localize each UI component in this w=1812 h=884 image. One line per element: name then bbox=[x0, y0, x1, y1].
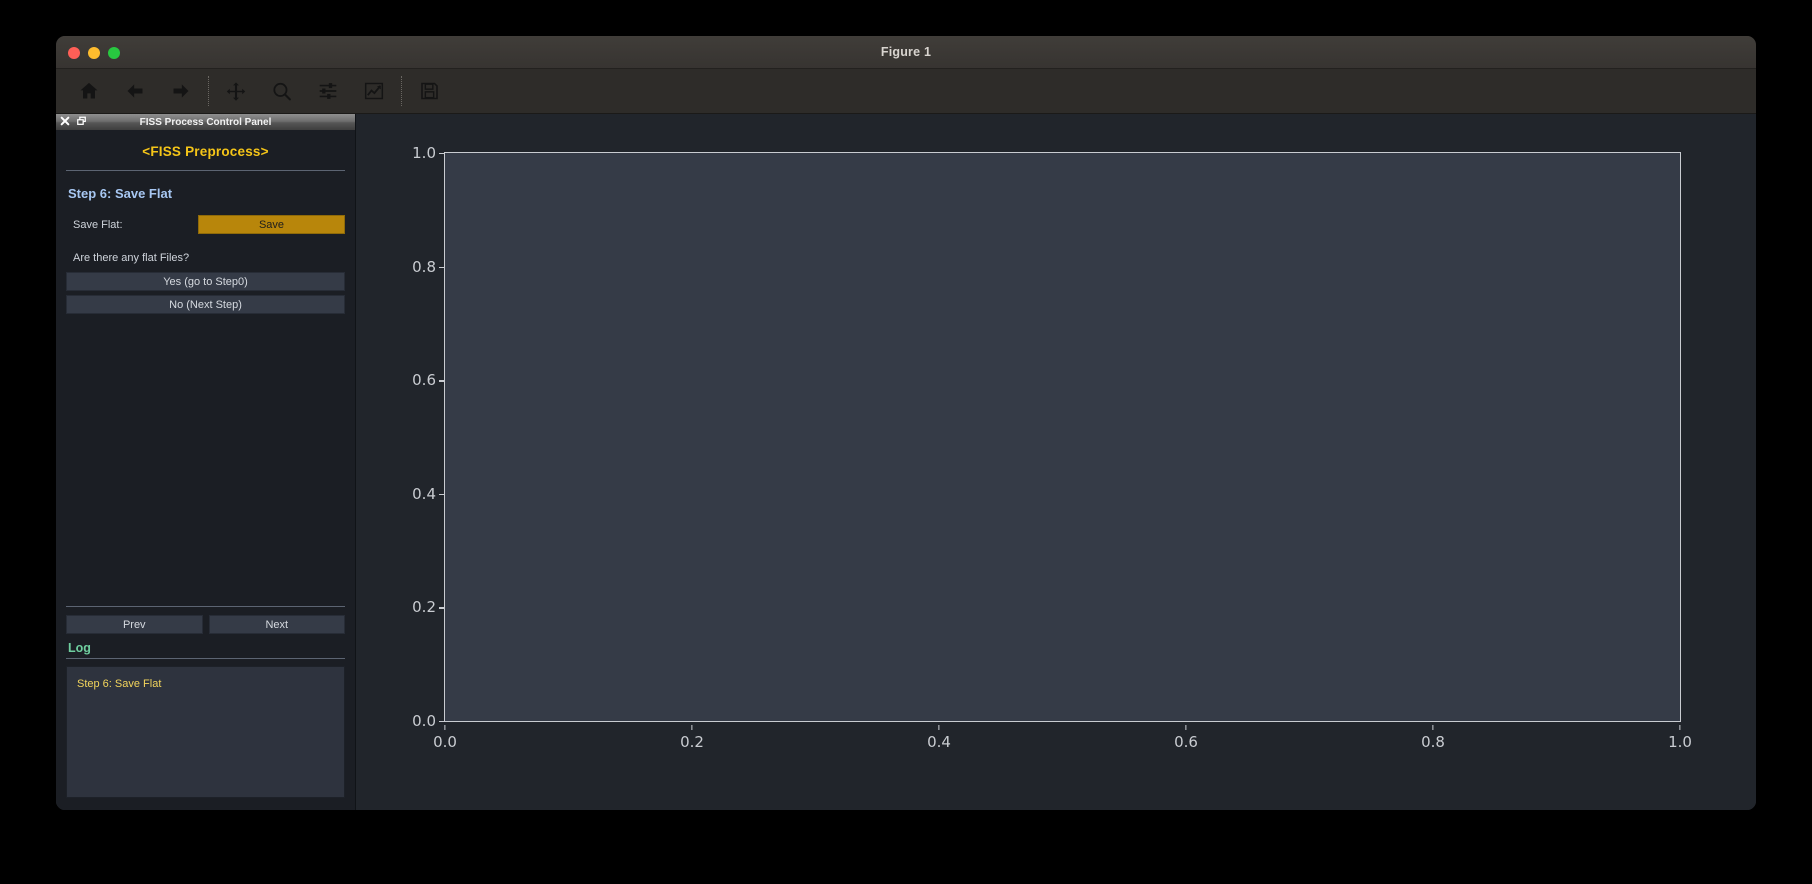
flat-files-question: Are there any flat Files? bbox=[73, 252, 190, 264]
y-tick-label: 0.2 bbox=[412, 598, 444, 617]
x-tick-label: 0.4 bbox=[927, 733, 951, 751]
y-tick-label: 0.0 bbox=[412, 712, 444, 730]
x-tick-label: 0.6 bbox=[1174, 733, 1198, 751]
no-next-step-button[interactable]: No (Next Step) bbox=[66, 295, 345, 314]
log-line: Step 6: Save Flat bbox=[77, 678, 162, 690]
x-tick-label: 0.0 bbox=[433, 733, 457, 751]
window-body: FISS Process Control Panel <FISS Preproc… bbox=[56, 114, 1756, 810]
toolbar-separator-1 bbox=[208, 76, 209, 106]
save-flat-row: Save Flat: Save bbox=[66, 215, 345, 240]
dock-title: FISS Process Control Panel bbox=[139, 116, 272, 128]
edit-parameters-button[interactable] bbox=[351, 71, 397, 111]
y-tick-label: 0.4 bbox=[412, 484, 444, 503]
forward-arrow-icon bbox=[170, 81, 192, 101]
home-icon bbox=[78, 81, 100, 101]
figure-window: Figure 1 FISS Process Control Panel <FIS… bbox=[56, 36, 1756, 810]
fiss-control-panel: FISS Process Control Panel <FISS Preproc… bbox=[56, 114, 356, 810]
save-flat-button[interactable]: Save bbox=[198, 215, 345, 234]
save-floppy-icon bbox=[419, 81, 440, 101]
nav-row: Prev Next bbox=[66, 615, 345, 636]
panel-spacer bbox=[66, 318, 345, 606]
save-figure-button[interactable] bbox=[406, 71, 452, 111]
y-tick-label: 0.8 bbox=[412, 257, 444, 276]
zoom-magnifier-icon bbox=[271, 81, 293, 102]
y-tick-label: 0.6 bbox=[412, 371, 444, 390]
forward-button[interactable] bbox=[158, 71, 204, 111]
x-tick-label: 1.0 bbox=[1668, 733, 1692, 751]
next-button[interactable]: Next bbox=[208, 615, 345, 634]
home-button[interactable] bbox=[66, 71, 112, 111]
subplot-config-button[interactable] bbox=[305, 71, 351, 111]
figure-canvas[interactable]: 0.0 0.2 0.4 0.6 0.8 1.0 0.0 0.2 0.4 0.6 0.8 1.0 bbox=[356, 114, 1756, 810]
pan-button[interactable] bbox=[213, 71, 259, 111]
panel-heading: <FISS Preprocess> bbox=[142, 144, 269, 159]
back-button[interactable] bbox=[112, 71, 158, 111]
save-flat-label: Save Flat: bbox=[73, 218, 123, 231]
x-tick-label: 0.8 bbox=[1421, 733, 1445, 751]
back-arrow-icon bbox=[124, 81, 146, 101]
yes-goto-step0-button[interactable]: Yes (go to Step0) bbox=[66, 272, 345, 291]
nav-divider bbox=[66, 606, 345, 607]
step-title: Step 6: Save Flat bbox=[68, 186, 173, 201]
edit-curve-chart-icon bbox=[363, 81, 385, 101]
log-box[interactable]: Step 6: Save Flat bbox=[66, 666, 345, 798]
x-tick-label: 0.2 bbox=[680, 733, 704, 751]
window-title: Figure 1 bbox=[880, 45, 932, 59]
pan-move-icon bbox=[225, 81, 247, 102]
prev-button[interactable]: Prev bbox=[66, 615, 203, 634]
dock-titlebar: FISS Process Control Panel bbox=[56, 114, 355, 130]
panel-content: <FISS Preprocess> Step 6: Save Flat Save… bbox=[56, 130, 355, 810]
log-title: Log bbox=[66, 636, 345, 659]
y-tick-label: 1.0 bbox=[412, 144, 444, 162]
plot-axes[interactable]: 0.0 0.2 0.4 0.6 0.8 1.0 0.0 0.2 0.4 0.6 0.8 1.0 bbox=[412, 144, 1692, 751]
window-titlebar: Figure 1 bbox=[56, 36, 1756, 69]
zoom-button[interactable] bbox=[259, 71, 305, 111]
matplotlib-toolbar bbox=[56, 69, 1756, 114]
subplot-sliders-icon bbox=[317, 81, 339, 101]
toolbar-separator-2 bbox=[401, 76, 402, 106]
